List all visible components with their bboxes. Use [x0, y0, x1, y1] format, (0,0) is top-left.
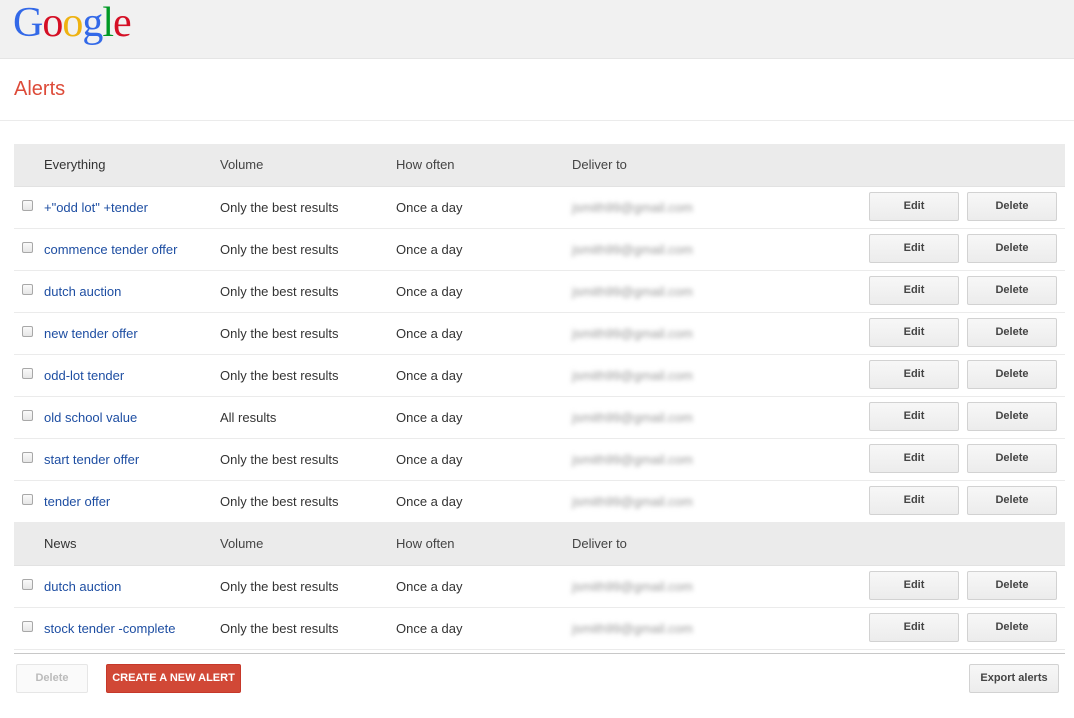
alert-volume: Only the best results — [220, 200, 339, 215]
alert-row: stock tender -complete Only the best resu… — [14, 608, 1065, 650]
alert-frequency: Once a day — [396, 621, 463, 636]
column-header-how-often: How often — [396, 157, 455, 172]
alert-row: new tender offer Only the best results Onc… — [14, 313, 1065, 355]
top-bar: Google — [0, 0, 1074, 59]
alert-checkbox[interactable] — [22, 368, 33, 379]
alert-row: old school value All results Once a day jsm… — [14, 397, 1065, 439]
create-alert-button[interactable]: CREATE A NEW ALERT — [106, 664, 241, 693]
alert-query-link[interactable]: old school value — [44, 397, 137, 438]
alert-query-link[interactable]: odd-lot tender — [44, 355, 124, 396]
delete-button[interactable]: Delete — [967, 444, 1057, 473]
alert-volume: Only the best results — [220, 494, 339, 509]
alert-volume: All results — [220, 410, 277, 425]
alert-frequency: Once a day — [396, 326, 463, 341]
alert-checkbox[interactable] — [22, 579, 33, 590]
alert-query-link[interactable]: tender offer — [44, 481, 110, 522]
alert-deliver-to: jsmith99@gmail.com — [572, 284, 693, 299]
alert-volume: Only the best results — [220, 242, 339, 257]
delete-selected-button[interactable]: Delete — [16, 664, 88, 693]
alert-row: dutch auction Only the best results Once a… — [14, 566, 1065, 608]
edit-button[interactable]: Edit — [869, 318, 959, 347]
alert-frequency: Once a day — [396, 284, 463, 299]
delete-button[interactable]: Delete — [967, 234, 1057, 263]
alert-deliver-to: jsmith99@gmail.com — [572, 368, 693, 383]
alert-volume: Only the best results — [220, 452, 339, 467]
alert-query-link[interactable]: start tender offer — [44, 439, 139, 480]
edit-button[interactable]: Edit — [869, 571, 959, 600]
alert-volume: Only the best results — [220, 326, 339, 341]
alert-frequency: Once a day — [396, 494, 463, 509]
column-header-volume: Volume — [220, 536, 264, 551]
table-bottom-divider — [14, 653, 1065, 654]
alert-volume: Only the best results — [220, 579, 339, 594]
alert-deliver-to: jsmith99@gmail.com — [572, 621, 693, 636]
delete-button[interactable]: Delete — [967, 360, 1057, 389]
alert-checkbox[interactable] — [22, 452, 33, 463]
group-name: Everything — [44, 157, 106, 172]
column-header-deliver-to: Deliver to — [572, 536, 627, 551]
delete-button[interactable]: Delete — [967, 486, 1057, 515]
edit-button[interactable]: Edit — [869, 360, 959, 389]
alert-row: start tender offer Only the best results O… — [14, 439, 1065, 481]
column-header-how-often: How often — [396, 536, 455, 551]
alert-checkbox[interactable] — [22, 410, 33, 421]
alert-checkbox[interactable] — [22, 494, 33, 505]
alert-checkbox[interactable] — [22, 284, 33, 295]
edit-button[interactable]: Edit — [869, 444, 959, 473]
column-header-deliver-to: Deliver to — [572, 157, 627, 172]
alert-deliver-to: jsmith99@gmail.com — [572, 494, 693, 509]
alert-query-link[interactable]: dutch auction — [44, 271, 121, 312]
alert-frequency: Once a day — [396, 452, 463, 467]
alert-query-link[interactable]: dutch auction — [44, 566, 121, 607]
alert-deliver-to: jsmith99@gmail.com — [572, 200, 693, 215]
edit-button[interactable]: Edit — [869, 276, 959, 305]
group-name: News — [44, 536, 77, 551]
edit-button[interactable]: Edit — [869, 613, 959, 642]
alerts-table: Everything Volume How often Deliver to +"odd… — [14, 144, 1065, 650]
delete-button[interactable]: Delete — [967, 192, 1057, 221]
export-alerts-button[interactable]: Export alerts — [969, 664, 1059, 693]
alert-row: odd-lot tender Only the best results Once … — [14, 355, 1065, 397]
alert-deliver-to: jsmith99@gmail.com — [572, 579, 693, 594]
group-header-everything: Everything Volume How often Deliver to — [14, 144, 1065, 187]
title-area: Alerts — [0, 59, 1074, 121]
alert-checkbox[interactable] — [22, 621, 33, 632]
alert-frequency: Once a day — [396, 579, 463, 594]
alert-query-link[interactable]: commence tender offer — [44, 229, 177, 270]
alert-row: commence tender offer Only the best resul… — [14, 229, 1065, 271]
google-logo[interactable]: Google — [13, 0, 132, 46]
delete-button[interactable]: Delete — [967, 402, 1057, 431]
alert-row: tender offer Only the best results Once a … — [14, 481, 1065, 523]
alert-frequency: Once a day — [396, 200, 463, 215]
alert-row: dutch auction Only the best results Once a… — [14, 271, 1065, 313]
alert-deliver-to: jsmith99@gmail.com — [572, 242, 693, 257]
alert-query-link[interactable]: stock tender -complete — [44, 608, 176, 649]
alert-deliver-to: jsmith99@gmail.com — [572, 452, 693, 467]
edit-button[interactable]: Edit — [869, 402, 959, 431]
alert-volume: Only the best results — [220, 368, 339, 383]
alert-query-link[interactable]: +"odd lot" +tender — [44, 187, 148, 228]
page-title: Alerts — [14, 78, 66, 100]
alert-checkbox[interactable] — [22, 326, 33, 337]
group-header-news: News Volume How often Deliver to — [14, 523, 1065, 566]
alert-frequency: Once a day — [396, 242, 463, 257]
alert-deliver-to: jsmith99@gmail.com — [572, 326, 693, 341]
alert-deliver-to: jsmith99@gmail.com — [572, 410, 693, 425]
alert-volume: Only the best results — [220, 621, 339, 636]
edit-button[interactable]: Edit — [869, 486, 959, 515]
alert-frequency: Once a day — [396, 410, 463, 425]
alert-frequency: Once a day — [396, 368, 463, 383]
column-header-volume: Volume — [220, 157, 264, 172]
alert-volume: Only the best results — [220, 284, 339, 299]
edit-button[interactable]: Edit — [869, 234, 959, 263]
delete-button[interactable]: Delete — [967, 613, 1057, 642]
delete-button[interactable]: Delete — [967, 571, 1057, 600]
delete-button[interactable]: Delete — [967, 276, 1057, 305]
delete-button[interactable]: Delete — [967, 318, 1057, 347]
alert-checkbox[interactable] — [22, 242, 33, 253]
alert-query-link[interactable]: new tender offer — [44, 313, 138, 354]
alert-checkbox[interactable] — [22, 200, 33, 211]
edit-button[interactable]: Edit — [869, 192, 959, 221]
alert-row: +"odd lot" +tender Only the best results O… — [14, 187, 1065, 229]
